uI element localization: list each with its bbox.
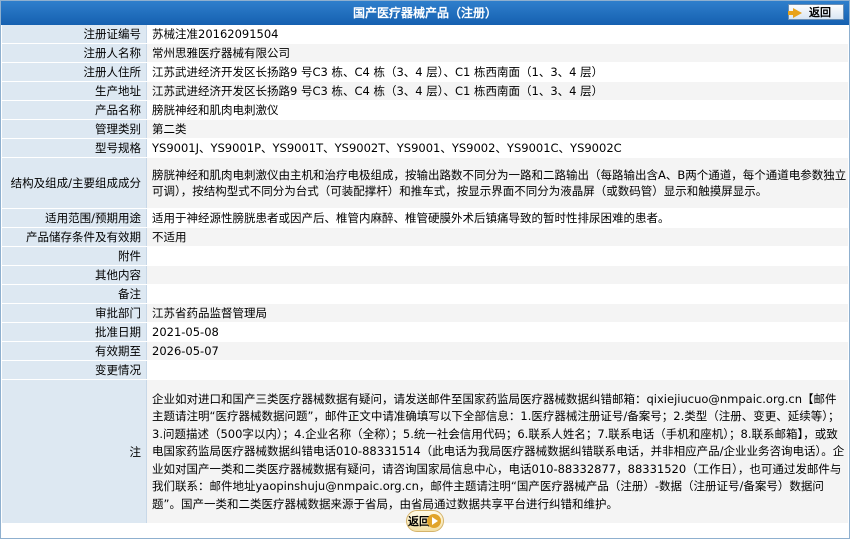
field-value	[146, 284, 848, 304]
field-label: 结构及组成/主要组成成分	[2, 157, 147, 209]
table-row: 备注	[2, 284, 848, 304]
table-row: 附件	[2, 246, 848, 266]
field-label: 备注	[2, 284, 147, 304]
table-row: 产品名称 膀胱神经和肌肉电刺激仪	[2, 100, 848, 120]
back-arrow-icon	[788, 8, 802, 18]
field-label: 适用范围/预期用途	[2, 208, 147, 228]
table-row: 注企业如对进口和国产三类医疗器械数据有疑问，请发送邮件至国家药监局医疗器械数据纠…	[2, 379, 848, 524]
table-row: 变更情况	[2, 360, 848, 380]
field-label: 型号规格	[2, 138, 147, 158]
field-label: 注	[2, 379, 147, 524]
field-value	[146, 360, 848, 380]
field-label: 变更情况	[2, 360, 147, 380]
table-row: 注册人名称 常州思雅医疗器械有限公司	[2, 43, 848, 63]
field-label: 附件	[2, 246, 147, 266]
table-row: 产品储存条件及有效期 不适用	[2, 227, 848, 247]
field-value: 江苏武进经济开发区长扬路9 号C3 栋、C4 栋（3、4 层）、C1 栋西南面（…	[146, 62, 848, 82]
table-row: 管理类别 第二类	[2, 119, 848, 139]
field-label: 有效期至	[2, 341, 147, 361]
back-button-label: 返回	[809, 6, 831, 19]
field-value: 膀胱神经和肌肉电刺激仪由主机和治疗电极组成，按输出路数不同分为一路和二路输出（每…	[146, 157, 848, 209]
field-value: 不适用	[146, 227, 848, 247]
field-value	[146, 265, 848, 285]
field-label: 生产地址	[2, 81, 147, 101]
field-label: 审批部门	[2, 303, 147, 323]
back-button-bottom[interactable]: 返回	[406, 510, 444, 532]
field-value: 适用于神经源性膀胱患者或因产后、椎管内麻醉、椎管硬膜外术后镇痛导致的暂时性排尿困…	[146, 208, 848, 228]
table-row: 适用范围/预期用途 适用于神经源性膀胱患者或因产后、椎管内麻醉、椎管硬膜外术后镇痛…	[2, 208, 848, 228]
field-label: 批准日期	[2, 322, 147, 342]
field-value: 苏械注准20162091504	[146, 25, 848, 44]
field-value: 企业如对进口和国产三类医疗器械数据有疑问，请发送邮件至国家药监局医疗器械数据纠错…	[146, 379, 848, 524]
field-label: 注册人住所	[2, 62, 147, 82]
detail-table: 注册证编号 苏械注准20162091504 注册人名称 常州思雅医疗器械有限公司 注…	[2, 25, 848, 524]
page-title: 国产医疗器械产品（注册）	[352, 6, 497, 20]
field-value: 2021-05-08	[146, 322, 848, 342]
field-label: 产品名称	[2, 100, 147, 120]
table-row: 审批部门 江苏省药品监督管理局	[2, 303, 848, 323]
table-row: 注册证编号 苏械注准20162091504	[2, 25, 848, 44]
field-value: 2026-05-07	[146, 341, 848, 361]
field-label: 产品储存条件及有效期	[2, 227, 147, 247]
table-row: 生产地址 江苏武进经济开发区长扬路9 号C3 栋、C4 栋（3、4 层）、C1 栋…	[2, 81, 848, 101]
field-value: 江苏武进经济开发区长扬路9 号C3 栋、C4 栋（3、4 层）、C1 栋西南面（…	[146, 81, 848, 101]
back-button-top[interactable]: 返回	[788, 4, 844, 20]
field-label: 管理类别	[2, 119, 147, 139]
field-value	[146, 246, 848, 266]
table-row: 结构及组成/主要组成成分 膀胱神经和肌肉电刺激仪由主机和治疗电极组成，按输出路数不…	[2, 157, 848, 209]
field-value: 膀胱神经和肌肉电刺激仪	[146, 100, 848, 120]
title-bar: 国产医疗器械产品（注册） 返回	[1, 1, 849, 25]
table-row: 型号规格 YS9001J、YS9001P、YS9001T、YS9002T、YS90…	[2, 138, 848, 158]
table-row: 批准日期 2021-05-08	[2, 322, 848, 342]
table-row: 其他内容	[2, 265, 848, 285]
field-value: 江苏省药品监督管理局	[146, 303, 848, 323]
table-row: 注册人住所 江苏武进经济开发区长扬路9 号C3 栋、C4 栋（3、4 层）、C1 …	[2, 62, 848, 82]
field-label: 注册人名称	[2, 43, 147, 63]
field-value: YS9001J、YS9001P、YS9001T、YS9002T、YS9001、Y…	[146, 138, 848, 158]
field-value: 常州思雅医疗器械有限公司	[146, 43, 848, 63]
footer: 返回	[1, 510, 849, 532]
record-panel: 国产医疗器械产品（注册） 返回 注册证编号 苏械注准20162091504 注册人…	[0, 0, 850, 539]
table-row: 有效期至 2026-05-07	[2, 341, 848, 361]
field-label: 注册证编号	[2, 25, 147, 44]
field-value: 第二类	[146, 119, 848, 139]
field-label: 其他内容	[2, 265, 147, 285]
play-arrow-icon	[427, 514, 441, 528]
